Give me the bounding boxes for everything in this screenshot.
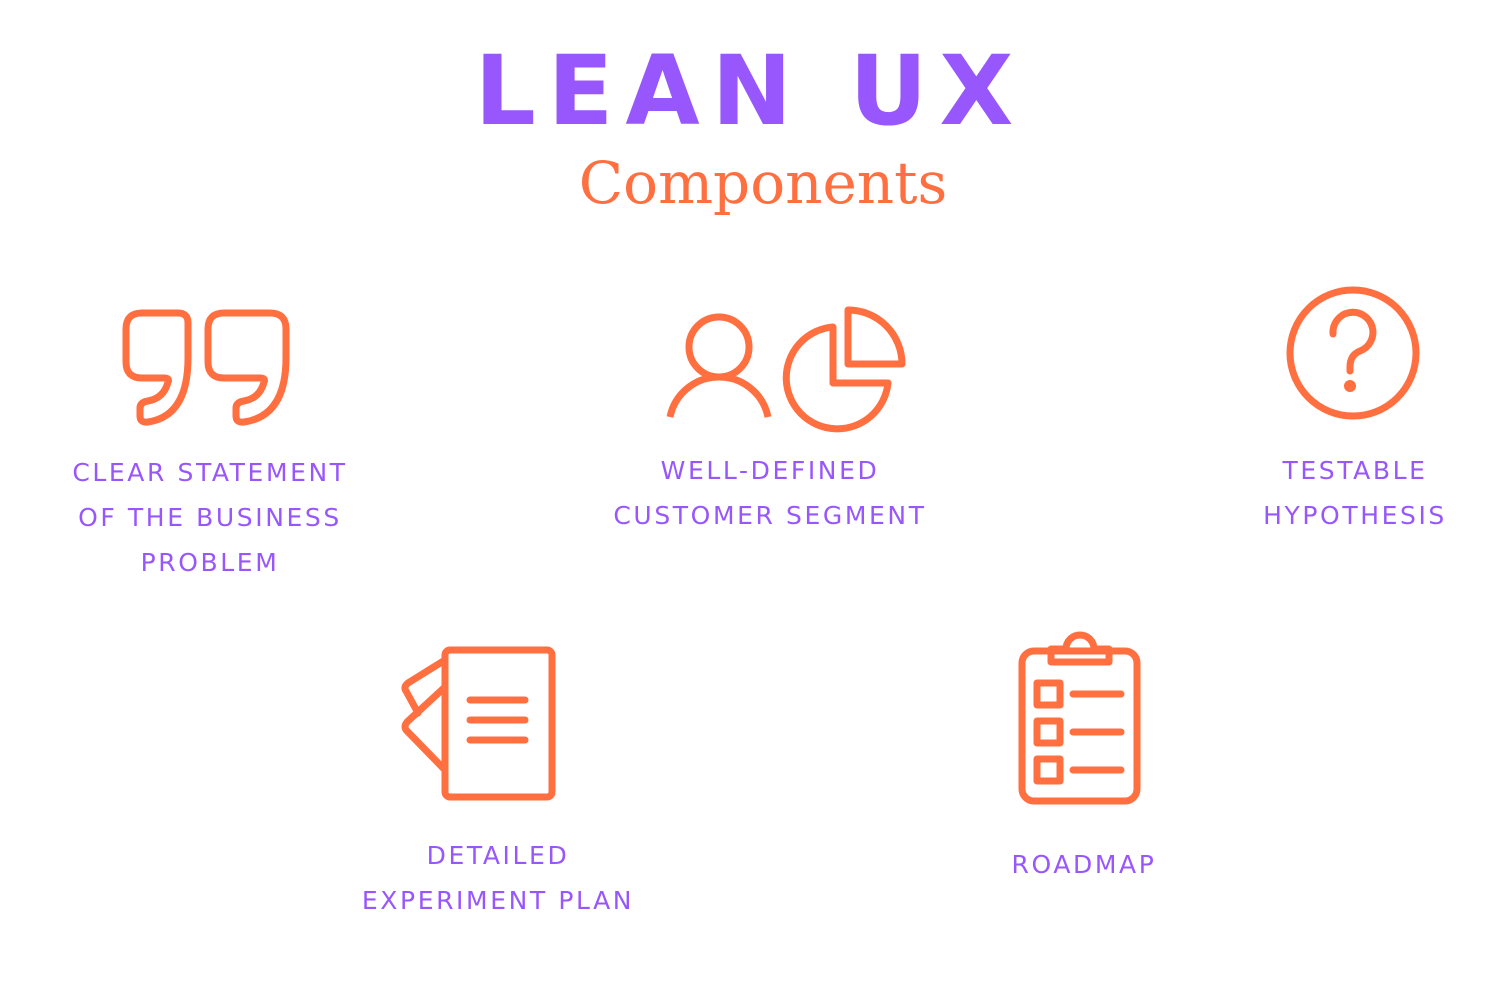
user-icon xyxy=(666,313,772,418)
user-pie-chart-icon xyxy=(666,305,911,433)
component-label-roadmap: ROADMAP xyxy=(1011,850,1157,879)
quote-icon xyxy=(120,308,295,433)
pie-chart-icon xyxy=(782,306,906,433)
page-title: LEAN UX xyxy=(474,35,1026,147)
component-label-customer-segment: WELL-DEFINED CUSTOMER SEGMENT xyxy=(613,456,927,530)
page-subtitle: Components xyxy=(578,149,948,217)
document-icon xyxy=(400,645,560,805)
question-circle-icon xyxy=(1283,283,1423,423)
clipboard-checklist-icon xyxy=(1018,626,1143,808)
component-label-hypothesis: TESTABLE HYPOTHESIS xyxy=(1263,456,1447,530)
component-label-experiment-plan: DETAILED EXPERIMENT PLAN xyxy=(361,841,635,915)
component-label-business-problem: CLEAR STATEMENT OF THE BUSINESS PROBLEM xyxy=(72,458,348,577)
